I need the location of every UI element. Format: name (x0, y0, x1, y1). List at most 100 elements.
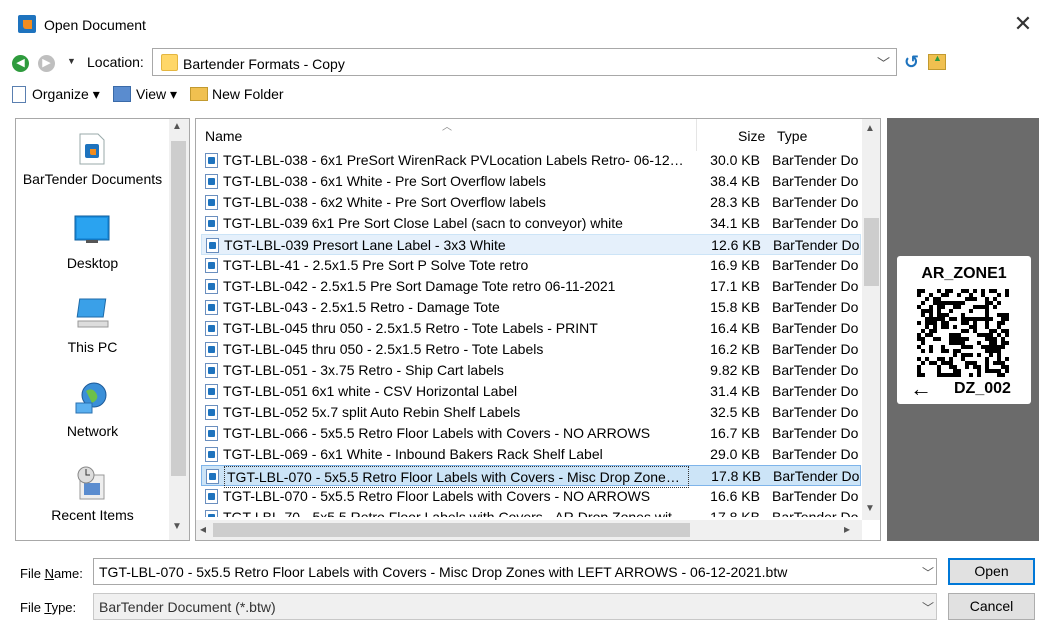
file-type-cell: BarTender Do (772, 446, 859, 462)
file-type-cell: BarTender Do (772, 257, 859, 273)
file-type-select[interactable]: BarTender Document (*.btw) ﹀ (93, 593, 937, 620)
file-row[interactable]: TGT-LBL-070 - 5x5.5 Retro Floor Labels w… (201, 486, 861, 507)
file-row[interactable]: TGT-LBL-038 - 6x1 PreSort WirenRack PVLo… (201, 150, 861, 171)
place-label: BarTender Documents (22, 171, 163, 187)
chevron-down-icon[interactable]: ﹀ (877, 53, 890, 72)
scroll-left-icon[interactable]: ◂ (200, 522, 206, 536)
scrollbar-thumb[interactable] (213, 523, 690, 537)
file-row[interactable]: TGT-LBL-039 Presort Lane Label - 3x3 Whi… (201, 234, 861, 255)
file-row[interactable]: TGT-LBL-41 - 2.5x1.5 Pre Sort P Solve To… (201, 255, 861, 276)
file-row[interactable]: TGT-LBL-70 - 5x5.5 Retro Floor Labels wi… (201, 507, 861, 517)
refresh-icon[interactable]: ↺ (904, 52, 919, 73)
place-bartender-documents[interactable]: BarTender Documents (16, 119, 169, 203)
place-label: Recent Items (51, 507, 134, 523)
file-type-cell: BarTender Do (772, 173, 859, 189)
cancel-button[interactable]: Cancel (948, 593, 1035, 620)
file-list-horizontal-scrollbar[interactable]: ◂ ▸ (196, 520, 862, 540)
place-label: This PC (67, 339, 118, 355)
scroll-up-icon[interactable]: ▲ (172, 121, 182, 132)
places-panel: BarTender Documents Desktop This PC Netw… (15, 118, 190, 541)
file-rows: TGT-LBL-038 - 6x1 PreSort WirenRack PVLo… (196, 150, 862, 517)
scroll-down-icon[interactable]: ▼ (865, 503, 875, 514)
file-row[interactable]: TGT-LBL-070 - 5x5.5 Retro Floor Labels w… (201, 465, 861, 488)
organize-button[interactable]: Organize ▾ (32, 84, 100, 104)
column-divider[interactable] (696, 119, 697, 151)
file-row[interactable]: TGT-LBL-038 - 6x1 White - Pre Sort Overf… (201, 171, 861, 192)
chevron-down-icon[interactable]: ﹀ (922, 599, 934, 616)
open-button[interactable]: Open (948, 558, 1035, 585)
scroll-right-icon[interactable]: ▸ (844, 522, 850, 536)
qr-code-image (917, 289, 1009, 377)
file-name-cell: TGT-LBL-066 - 5x5.5 Retro Floor Labels w… (223, 425, 651, 441)
place-network[interactable]: Network (16, 371, 169, 455)
file-type-cell: BarTender Do (773, 468, 860, 484)
view-button[interactable]: View ▾ (136, 84, 177, 104)
file-row[interactable]: TGT-LBL-052 5x.7 split Auto Rebin Shelf … (201, 402, 861, 423)
places-scrollbar[interactable]: ▲ ▼ (169, 119, 189, 540)
file-size-cell: 32.5 KB (710, 404, 760, 420)
file-type-cell: BarTender Do (772, 194, 859, 210)
place-this-pc[interactable]: This PC (16, 287, 169, 371)
close-button[interactable]: ✕ (1010, 12, 1036, 38)
place-desktop[interactable]: Desktop (16, 203, 169, 287)
file-name-cell: TGT-LBL-41 - 2.5x1.5 Pre Sort P Solve To… (223, 257, 529, 273)
scrollbar-thumb[interactable] (864, 218, 879, 286)
file-size-cell: 9.82 KB (710, 362, 760, 378)
location-combobox[interactable]: Bartender Formats - Copy ﹀ (152, 48, 897, 76)
file-row[interactable]: TGT-LBL-066 - 5x5.5 Retro Floor Labels w… (201, 423, 861, 444)
file-size-cell: 12.6 KB (711, 237, 761, 253)
column-header-type[interactable]: Type (777, 128, 807, 144)
chevron-down-icon[interactable]: ﹀ (922, 564, 934, 581)
desktop-icon (74, 215, 110, 243)
file-type-label: File Type: (20, 600, 77, 615)
file-list: ︿ Name Size Type TGT-LBL-038 - 6x1 PreSo… (195, 118, 881, 541)
file-row[interactable]: TGT-LBL-039 6x1 Pre Sort Close Label (sa… (201, 213, 861, 234)
folder-icon (161, 54, 178, 71)
scroll-down-icon[interactable]: ▼ (172, 521, 182, 532)
file-size-cell: 31.4 KB (710, 383, 760, 399)
column-header-name[interactable]: Name (205, 128, 242, 144)
new-folder-button[interactable]: New Folder (212, 84, 284, 104)
file-name-cell: TGT-LBL-70 - 5x5.5 Retro Floor Labels wi… (223, 509, 688, 517)
history-dropdown-icon[interactable]: ▼ (67, 56, 76, 66)
up-folder-icon[interactable] (928, 53, 946, 70)
scrollbar-thumb[interactable] (171, 141, 186, 476)
file-name-cell: TGT-LBL-051 - 3x.75 Retro - Ship Cart la… (223, 362, 504, 378)
file-type-cell: BarTender Do (772, 215, 859, 231)
file-size-cell: 16.2 KB (710, 341, 760, 357)
file-size-cell: 28.3 KB (710, 194, 760, 210)
forward-arrow-icon[interactable]: ▶ (38, 55, 55, 72)
left-arrow-icon: ← (910, 376, 932, 401)
file-row[interactable]: TGT-LBL-038 - 6x2 White - Pre Sort Overf… (201, 192, 861, 213)
file-type-cell: BarTender Do (772, 152, 859, 168)
file-list-vertical-scrollbar[interactable]: ▲ ▼ (862, 119, 880, 520)
scroll-up-icon[interactable]: ▲ (865, 123, 875, 134)
file-row[interactable]: TGT-LBL-051 6x1 white - CSV Horizontal L… (201, 381, 861, 402)
file-row[interactable]: TGT-LBL-045 thru 050 - 2.5x1.5 Retro - T… (201, 339, 861, 360)
file-name-cell: TGT-LBL-038 - 6x1 PreSort WirenRack PVLo… (223, 152, 688, 168)
back-arrow-icon[interactable]: ◀ (12, 55, 29, 72)
place-recent-items[interactable]: Recent Items (16, 455, 169, 539)
file-name-combobox[interactable]: TGT-LBL-070 - 5x5.5 Retro Floor Labels w… (93, 558, 937, 585)
file-row[interactable]: TGT-LBL-045 thru 050 - 2.5x1.5 Retro - T… (201, 318, 861, 339)
file-size-cell: 17.8 KB (710, 509, 760, 517)
file-type-value: BarTender Document (*.btw) (99, 599, 276, 615)
file-size-cell: 16.6 KB (710, 488, 760, 504)
file-row[interactable]: TGT-LBL-043 - 2.5x1.5 Retro - Damage Tot… (201, 297, 861, 318)
file-row[interactable]: TGT-LBL-069 - 6x1 White - Inbound Bakers… (201, 444, 861, 465)
file-type-cell: BarTender Do (772, 404, 859, 420)
recent-items-icon (77, 466, 105, 500)
column-header-size[interactable]: Size (738, 128, 765, 144)
preview-pane: AR_ZONE1 ← DZ_002 (887, 118, 1039, 541)
file-row[interactable]: TGT-LBL-042 - 2.5x1.5 Pre Sort Damage To… (201, 276, 861, 297)
file-type-cell: BarTender Do (772, 488, 859, 504)
file-type-cell: BarTender Do (772, 299, 859, 315)
file-name-input[interactable]: TGT-LBL-070 - 5x5.5 Retro Floor Labels w… (99, 564, 787, 580)
file-name-cell: TGT-LBL-069 - 6x1 White - Inbound Bakers… (223, 446, 603, 462)
new-folder-icon (190, 87, 208, 101)
file-name-cell: TGT-LBL-070 - 5x5.5 Retro Floor Labels w… (224, 466, 689, 488)
file-name-cell: TGT-LBL-038 - 6x2 White - Pre Sort Overf… (223, 194, 546, 210)
file-name-cell: TGT-LBL-045 thru 050 - 2.5x1.5 Retro - T… (223, 320, 598, 336)
location-value: Bartender Formats - Copy (183, 56, 345, 72)
file-row[interactable]: TGT-LBL-051 - 3x.75 Retro - Ship Cart la… (201, 360, 861, 381)
